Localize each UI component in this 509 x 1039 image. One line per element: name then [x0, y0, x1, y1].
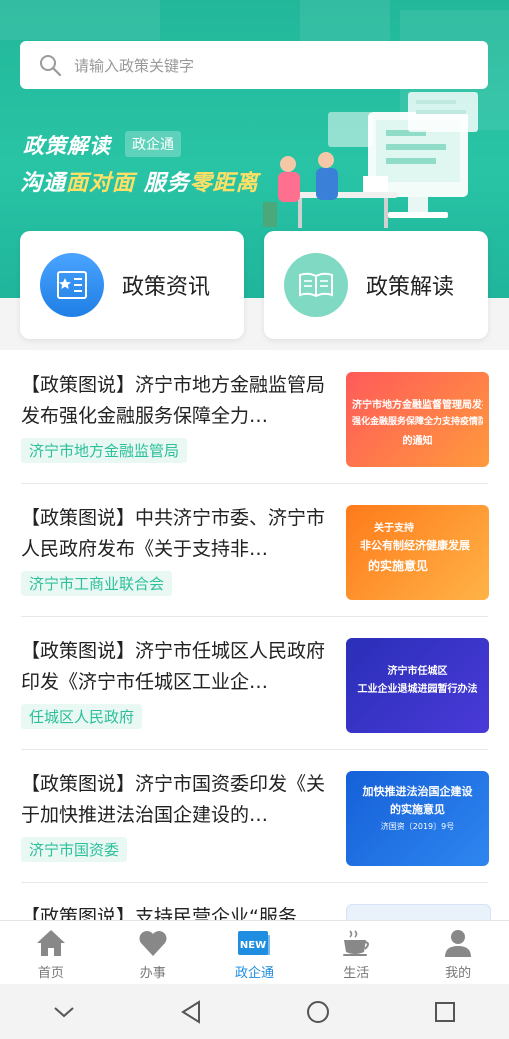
banner-slogan: 沟通面对面 服务零距离 — [20, 165, 259, 197]
news-book-icon — [40, 253, 104, 317]
article-title: 【政策图说】中共济宁市委、济宁市人民政府发布《关于支持非… — [21, 507, 326, 560]
article-thumbnail: 济宁市任城区 工业企业退城进园暂行办法 — [346, 638, 489, 733]
home-icon — [34, 927, 68, 959]
circle-home-icon — [307, 1000, 330, 1023]
tab-mine[interactable]: 我的 — [407, 921, 509, 985]
thumbnail-text: 非公有制经济健康发展 — [360, 539, 470, 552]
coffee-cup-icon — [339, 927, 373, 959]
thumbnail-text: 济宁市任城区 — [387, 666, 448, 677]
collapse-button[interactable] — [44, 992, 84, 1032]
slogan-part: 沟通 — [20, 171, 67, 196]
divider — [21, 749, 488, 750]
tab-label: 办事 — [139, 966, 166, 981]
article-source-tag: 济宁市国资委 — [21, 837, 128, 862]
thumbnail-text: 强化金融服务保障全力支持疫情防控工作 — [352, 417, 483, 427]
banner-tag: 政企通 — [125, 131, 181, 157]
tab-services[interactable]: 办事 — [102, 921, 204, 985]
search-placeholder: 请输入政策关键字 — [74, 56, 195, 75]
list-item[interactable]: 【政策图说】济宁市任城区人民政府印发《济宁市任城区工业企… 任城区人民政府 济宁… — [0, 618, 509, 750]
article-thumbnail: 加快推进法治国企建设 的实施意见 济国资〔2019〕9号 — [346, 771, 489, 866]
divider — [21, 882, 488, 883]
bottom-tab-bar: 首页 办事 NEW 政企通 生活 我的 — [0, 920, 509, 985]
tab-label: 政企通 — [234, 966, 274, 981]
card-label: 政策解读 — [366, 275, 455, 300]
article-thumbnail: 关于支持 非公有制经济健康发展 的实施意见 — [346, 505, 489, 600]
banner-title: 政策解读 — [23, 134, 111, 158]
thumbnail-text: 的实施意见 — [368, 559, 429, 573]
thumbnail-text: 工业企业退城进园暂行办法 — [357, 684, 478, 695]
thumbnail-text: 济国资〔2019〕9号 — [380, 822, 455, 831]
system-navigation-bar — [0, 984, 509, 1039]
card-policy-news[interactable]: 政策资讯 — [20, 231, 244, 339]
recent-apps-button[interactable] — [425, 992, 465, 1032]
slogan-part: 服务 — [135, 171, 190, 196]
tab-label: 首页 — [37, 966, 64, 981]
tab-label: 我的 — [445, 966, 472, 981]
chevron-down-icon — [53, 1006, 74, 1017]
thumbnail-text: 济宁市地方金融监督管理局发布 — [352, 400, 483, 411]
tab-label: 生活 — [343, 966, 370, 981]
heart-icon — [136, 927, 170, 959]
article-thumbnail: 济宁市地方金融监督管理局发布 强化金融服务保障全力支持疫情防控工作 的通知 — [346, 372, 489, 467]
banner-illustration — [263, 92, 478, 228]
article-title: 【政策图说】济宁市任城区人民政府印发《济宁市任城区工业企… — [21, 640, 326, 693]
tab-zhengqitong[interactable]: NEW 政企通 — [204, 921, 306, 985]
thumbnail-text: 的实施意见 — [390, 803, 445, 816]
search-bar[interactable]: 请输入政策关键字 — [20, 41, 488, 89]
list-item[interactable]: 【政策图说】中共济宁市委、济宁市人民政府发布《关于支持非… 济宁市工商业联合会 … — [0, 485, 509, 617]
decor-tile — [0, 0, 160, 40]
user-icon — [441, 927, 475, 959]
svg-text:NEW: NEW — [240, 940, 266, 951]
back-button[interactable] — [171, 992, 211, 1032]
divider — [21, 616, 488, 617]
square-recents-icon — [435, 1001, 456, 1022]
article-source-tag: 济宁市地方金融监管局 — [21, 438, 188, 463]
thumbnail-text: 关于支持 — [374, 523, 414, 534]
card-label: 政策资讯 — [122, 275, 211, 300]
article-source-tag: 任城区人民政府 — [21, 704, 143, 729]
new-badge-icon: NEW — [237, 927, 271, 959]
tab-life[interactable]: 生活 — [305, 921, 407, 985]
list-item[interactable]: 【政策图说】济宁市地方金融监管局发布强化金融服务保障全力… 济宁市地方金融监管局… — [0, 352, 509, 484]
divider — [21, 483, 488, 484]
back-triangle-icon — [180, 999, 200, 1024]
search-icon — [40, 55, 62, 77]
article-source-tag: 济宁市工商业联合会 — [21, 571, 173, 596]
article-title: 【政策图说】济宁市地方金融监管局发布强化金融服务保障全力… — [21, 374, 326, 427]
tab-home[interactable]: 首页 — [0, 921, 102, 985]
article-title: 【政策图说】济宁市国资委印发《关于加快推进法治国企建设的… — [21, 773, 326, 826]
slogan-highlight: 面对面 — [66, 171, 136, 196]
home-button[interactable] — [298, 992, 338, 1032]
thumbnail-text: 的通知 — [402, 436, 433, 447]
list-item[interactable]: 【政策图说】济宁市国资委印发《关于加快推进法治国企建设的… 济宁市国资委 加快推… — [0, 751, 509, 883]
thumbnail-text: 加快推进法治国企建设 — [362, 785, 473, 798]
open-book-icon — [284, 253, 348, 317]
slogan-highlight: 零距离 — [189, 171, 259, 196]
card-policy-interpretation[interactable]: 政策解读 — [264, 231, 488, 339]
